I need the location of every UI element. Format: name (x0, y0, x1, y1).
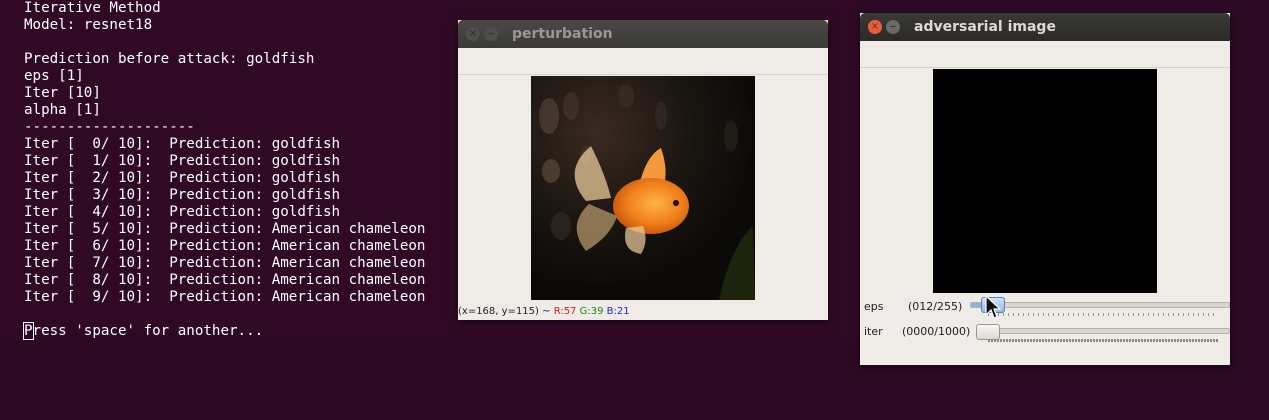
iter-slider-thumb[interactable] (976, 324, 1000, 340)
adversarial-titlebar[interactable]: × – adversarial image (860, 13, 1230, 41)
terminal-line: Prediction before attack: goldfish (24, 51, 315, 67)
close-icon[interactable]: × (868, 20, 882, 34)
toolbar (458, 48, 828, 75)
eps-label: eps (864, 300, 884, 313)
adversarial-window: × – adversarial image eps (012/255) iter… (860, 13, 1230, 365)
terminal-line: Iter [ 0/ 10]: Prediction: goldfish (24, 136, 341, 152)
terminal-line: Iter [ 3/ 10]: Prediction: goldfish (24, 187, 341, 203)
mouse-pointer-icon (985, 295, 1001, 319)
terminal-line: Iter [ 5/ 10]: Prediction: American cham… (24, 221, 426, 237)
perturbation-window: × – perturbation (x=168, y=115) ~ R:57 G… (458, 20, 828, 320)
terminal-line: Iter [ 4/ 10]: Prediction: goldfish (24, 204, 341, 220)
iter-ticks (988, 339, 1218, 342)
pixel-red-value: R:57 (553, 306, 577, 317)
perturbation-titlebar[interactable]: × – perturbation (458, 20, 828, 48)
prompt-text: ress 'space' for another... (32, 323, 264, 339)
window-title: adversarial image (914, 19, 1056, 35)
pixel-blue-value: B:21 (606, 306, 630, 317)
terminal-line: Iter [ 2/ 10]: Prediction: goldfish (24, 170, 341, 186)
text-cursor: P (23, 322, 34, 340)
goldfish-image (531, 76, 755, 300)
terminal-line: -------------------- (24, 119, 195, 135)
pixel-coords: (x=168, y=115) ~ (458, 306, 551, 317)
minimize-icon[interactable]: – (886, 20, 900, 34)
iter-slider[interactable] (976, 328, 1230, 334)
iter-value: (0000/1000) (902, 325, 971, 338)
terminal-line: Iter [10] (24, 85, 101, 101)
iter-label: iter (864, 325, 883, 338)
pixel-green-value: G:39 (579, 306, 604, 317)
terminal-line: Iterative Method (24, 0, 161, 16)
terminal-line: Iter [ 9/ 10]: Prediction: American cham… (24, 289, 426, 305)
toolbar (860, 41, 1230, 68)
terminal-prompt: Press 'space' for another... (23, 322, 425, 340)
terminal-line: Model: resnet18 (24, 17, 153, 33)
terminal-line: eps [1] (24, 68, 84, 84)
terminal-line: Iter [ 6/ 10]: Prediction: American cham… (24, 238, 426, 254)
terminal-line: Iter [ 7/ 10]: Prediction: American cham… (24, 255, 426, 271)
terminal-output: Iterative Method Model: resnet18 Predictio… (23, 0, 426, 340)
terminal-line: Iter [ 8/ 10]: Prediction: American cham… (24, 272, 426, 288)
adversarial-image (933, 69, 1157, 293)
eps-ticks (988, 313, 1218, 316)
terminal-line: alpha [1] (24, 102, 101, 118)
close-icon[interactable]: × (466, 27, 480, 41)
minimize-icon[interactable]: – (484, 27, 498, 41)
terminal-line: Iter [ 1/ 10]: Prediction: goldfish (24, 153, 341, 169)
window-title: perturbation (512, 26, 613, 42)
pixel-status-bar: (x=168, y=115) ~ R:57 G:39 B:21 (458, 306, 630, 317)
eps-value: (012/255) (908, 300, 963, 313)
eps-slider[interactable] (970, 302, 1230, 308)
